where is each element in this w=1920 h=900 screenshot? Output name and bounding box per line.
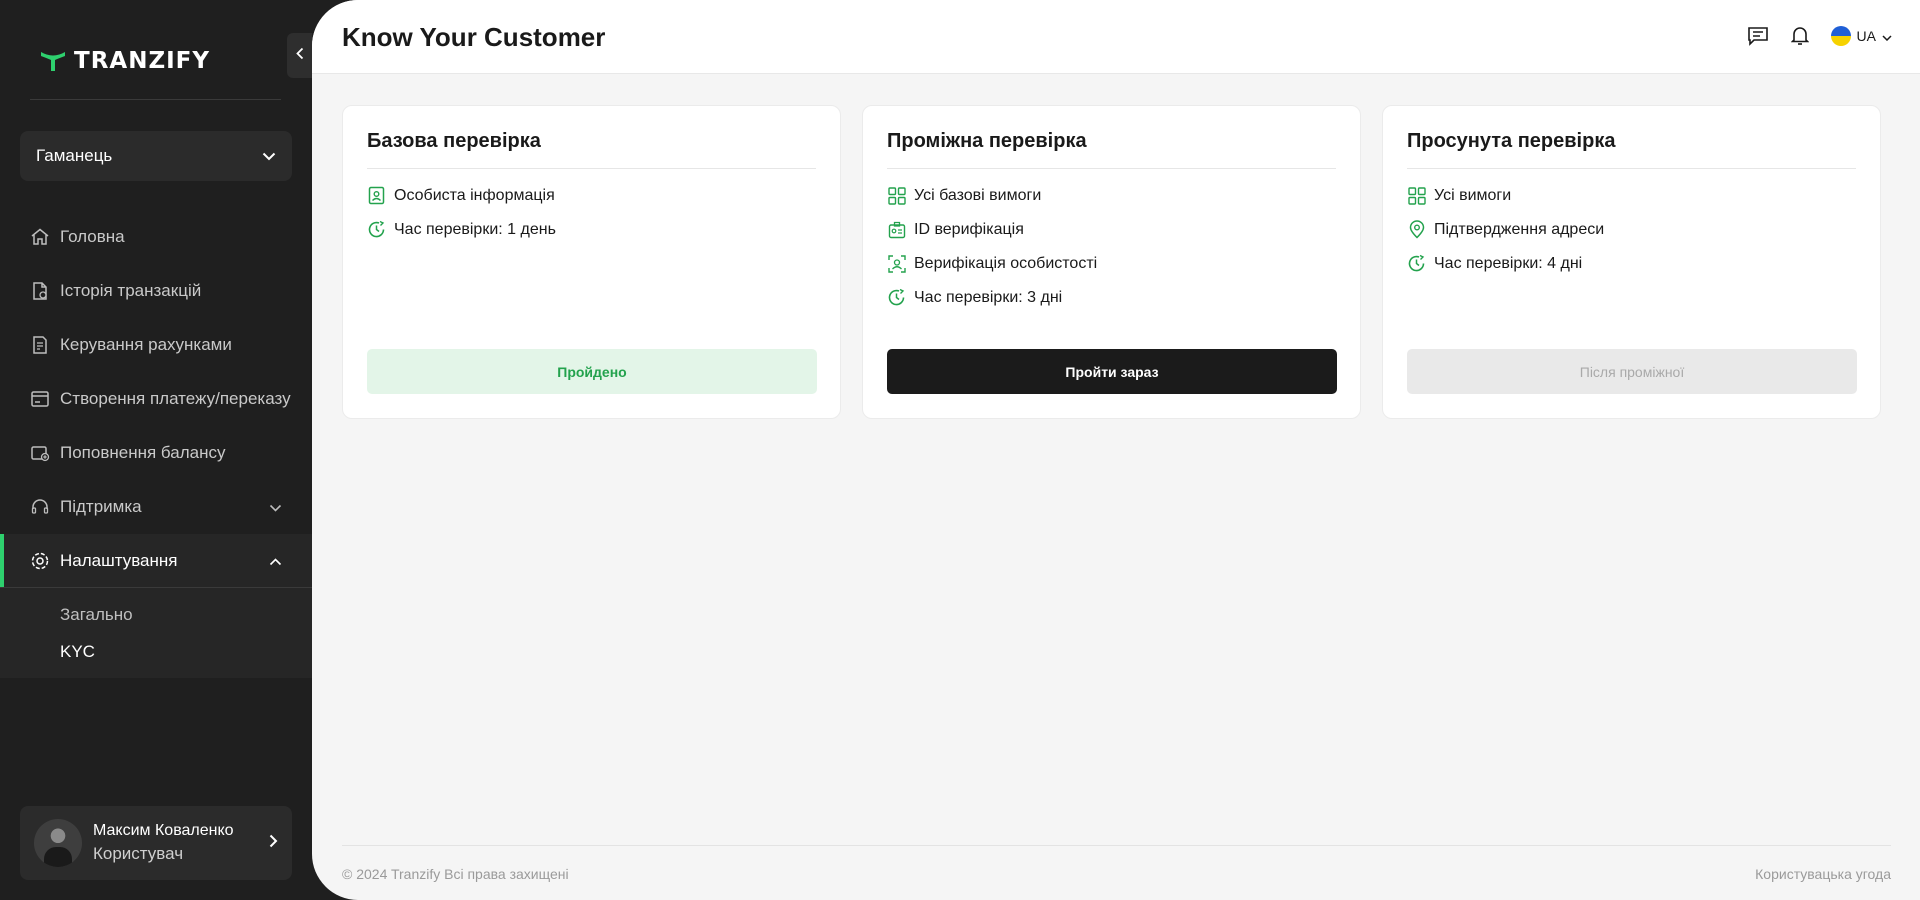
- messages-icon[interactable]: [1747, 26, 1769, 46]
- document-icon: [30, 281, 50, 301]
- nav-item-accounts[interactable]: Керування рахунками: [0, 318, 312, 372]
- feature-item: Підтвердження адреси: [1407, 220, 1856, 239]
- card-title: Просунута перевірка: [1407, 130, 1856, 169]
- clock-icon: [1407, 254, 1426, 273]
- feature-item: Особиста інформація: [367, 186, 816, 205]
- nav-item-home[interactable]: Головна: [0, 210, 312, 264]
- main-content: Know Your Customer UA Базова перевірка О…: [312, 0, 1920, 900]
- home-icon: [30, 227, 50, 247]
- feature-text: Час перевірки: 3 дні: [914, 288, 1063, 306]
- footer: © 2024 Tranzify Всі права захищені Корис…: [342, 845, 1891, 882]
- accounts-icon: [30, 335, 50, 355]
- grid-icon: [887, 186, 906, 205]
- clock-icon: [887, 288, 906, 307]
- subnav-item-kyc[interactable]: KYC: [0, 633, 312, 670]
- nav-item-topup[interactable]: Поповнення балансу: [0, 426, 312, 480]
- feature-list: Особиста інформація Час перевірки: 1 ден…: [367, 186, 816, 239]
- feature-item: Час перевірки: 1 день: [367, 220, 816, 239]
- divider: [30, 99, 281, 100]
- nav-item-label: Створення платежу/переказу: [60, 389, 291, 408]
- id-badge-icon: [887, 220, 906, 239]
- feature-item: Усі базові вимоги: [887, 186, 1336, 205]
- logo[interactable]: TRANZIFY: [40, 48, 210, 74]
- nav-item-label: Налаштування: [60, 550, 178, 570]
- gear-icon: [30, 551, 50, 571]
- feature-list: Усі базові вимоги ID верифікація Верифік…: [887, 186, 1336, 307]
- chevron-down-icon: [1882, 28, 1892, 44]
- id-card-icon: [367, 186, 386, 205]
- nav-item-create-payment[interactable]: Створення платежу/переказу: [0, 372, 312, 426]
- location-pin-icon: [1407, 220, 1426, 239]
- top-bar: Know Your Customer UA: [312, 0, 1920, 74]
- kyc-levels: Базова перевірка Особиста інформація Час…: [342, 105, 1881, 419]
- sidebar: TRANZIFY Гаманець Головна Історія транза…: [0, 0, 312, 900]
- user-role: Користувач: [93, 844, 184, 863]
- locked-button[interactable]: Після проміжної: [1407, 349, 1857, 394]
- chevron-down-icon: [262, 146, 276, 166]
- copyright-text: © 2024 Tranzify Всі права захищені: [342, 866, 569, 882]
- feature-item: ID верифікація: [887, 220, 1336, 239]
- start-verification-button[interactable]: Пройти зараз: [887, 349, 1337, 394]
- feature-list: Усі вимоги Підтвердження адреси Час пере…: [1407, 186, 1856, 273]
- feature-text: Підтвердження адреси: [1434, 220, 1605, 238]
- grid-icon: [1407, 186, 1426, 205]
- kyc-card-advanced: Просунута перевірка Усі вимоги Підтвердж…: [1382, 105, 1881, 419]
- headset-icon: [30, 497, 50, 517]
- main-nav: Головна Історія транзакцій Керування рах…: [0, 210, 312, 678]
- logo-text: TRANZIFY: [74, 48, 211, 74]
- kyc-card-intermediate: Проміжна перевірка Усі базові вимоги ID …: [862, 105, 1361, 419]
- language-code: UA: [1856, 28, 1876, 44]
- payment-icon: [30, 389, 50, 409]
- feature-text: ID верифікація: [914, 220, 1024, 238]
- user-profile-card[interactable]: Максим Коваленко Користувач: [20, 806, 292, 880]
- ukraine-flag-icon: [1830, 26, 1851, 46]
- nav-item-transactions[interactable]: Історія транзакцій: [0, 264, 312, 318]
- subnav-item-general[interactable]: Загально: [0, 596, 312, 633]
- nav-item-label: Керування рахунками: [60, 335, 232, 354]
- page-title: Know Your Customer: [342, 22, 606, 52]
- language-selector[interactable]: UA: [1830, 26, 1892, 46]
- feature-text: Час перевірки: 1 день: [394, 220, 556, 238]
- feature-item: Час перевірки: 4 дні: [1407, 254, 1856, 273]
- sidebar-collapse-button[interactable]: [287, 33, 312, 78]
- bell-icon[interactable]: [1790, 26, 1809, 46]
- feature-text: Особиста інформація: [394, 186, 555, 204]
- nav-item-settings[interactable]: Налаштування: [0, 534, 312, 588]
- user-name: Максим Коваленко: [93, 822, 234, 839]
- kyc-card-basic: Базова перевірка Особиста інформація Час…: [342, 105, 841, 419]
- feature-text: Усі базові вимоги: [914, 186, 1042, 204]
- chevron-down-icon: [269, 497, 282, 517]
- nav-item-label: Підтримка: [60, 497, 142, 516]
- wallet-select[interactable]: Гаманець: [20, 131, 292, 181]
- feature-item: Усі вимоги: [1407, 186, 1856, 205]
- user-info: Максим Коваленко Користувач: [93, 822, 258, 864]
- top-actions: UA: [1747, 26, 1892, 46]
- wallet-select-value: Гаманець: [36, 146, 113, 165]
- feature-item: Час перевірки: 3 дні: [887, 288, 1336, 307]
- clock-icon: [367, 220, 386, 239]
- feature-item: Верифікація особистості: [887, 254, 1336, 273]
- nav-item-label: Історія транзакцій: [60, 281, 202, 300]
- settings-subnav: Загально KYC: [0, 588, 312, 678]
- passed-button[interactable]: Пройдено: [367, 349, 817, 394]
- chevron-right-icon: [269, 834, 278, 853]
- nav-item-label: Головна: [60, 227, 125, 246]
- card-title: Базова перевірка: [367, 130, 816, 169]
- chevron-up-icon: [269, 551, 282, 571]
- nav-item-support[interactable]: Підтримка: [0, 480, 312, 534]
- user-agreement-link[interactable]: Користувацька угода: [1755, 866, 1891, 882]
- wallet-topup-icon: [30, 443, 50, 463]
- tranzify-logo-icon: [40, 50, 66, 72]
- face-scan-icon: [887, 254, 906, 273]
- feature-text: Час перевірки: 4 дні: [1434, 254, 1583, 272]
- feature-text: Усі вимоги: [1434, 186, 1512, 204]
- chevron-left-icon: [295, 47, 304, 65]
- avatar: [34, 819, 82, 867]
- feature-text: Верифікація особистості: [914, 254, 1098, 272]
- card-title: Проміжна перевірка: [887, 130, 1336, 169]
- nav-item-label: Поповнення балансу: [60, 443, 226, 462]
